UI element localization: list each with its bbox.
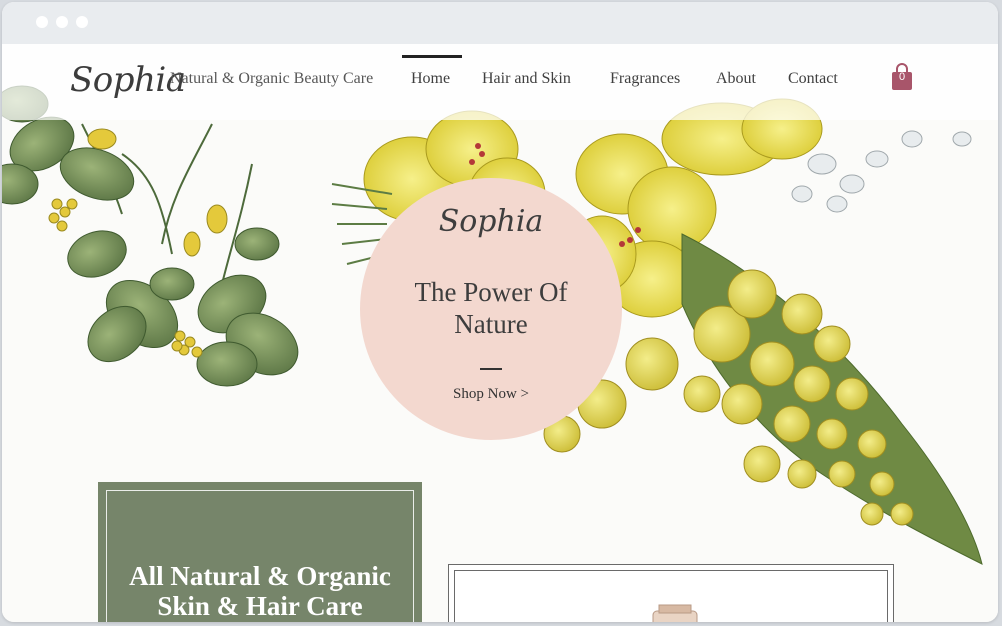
window-dot-icon [36,16,48,28]
product-bottle-image [652,604,698,622]
product-box-border [454,570,888,622]
nav-hair-and-skin-link[interactable]: Hair and Skin [482,70,571,88]
feature-title-line2: Skin & Hair Care [157,591,363,621]
nav-fragrances-link[interactable]: Fragrances [610,70,680,88]
cart-count: 0 [898,71,906,83]
browser-toolbar [2,2,998,45]
feature-box: All Natural & Organic Skin & Hair Care [98,482,422,622]
hero-divider [480,368,502,370]
webpage: Sophia Natural & Organic Beauty Care Hom… [2,44,998,622]
shop-now-link[interactable]: Shop Now > [360,386,622,403]
hero-title: The Power Of Nature [360,276,622,340]
feature-box-border: All Natural & Organic Skin & Hair Care [106,490,414,622]
feature-title-line1: All Natural & Organic [129,561,391,591]
nav-home-link[interactable]: Home [411,70,450,88]
nav-about-link[interactable]: About [716,70,756,88]
hero-logo: Sophia [438,204,544,239]
hero-title-line1: The Power Of [414,277,568,307]
window-dot-icon [76,16,88,28]
hero-circle: Sophia The Power Of Nature Shop Now > [360,178,622,440]
feature-title: All Natural & Organic Skin & Hair Care [107,561,413,621]
nav-contact-link[interactable]: Contact [788,70,838,88]
site-header: Sophia Natural & Organic Beauty Care Hom… [2,44,998,120]
hero-title-line2: Nature [454,309,528,339]
cart-button[interactable]: 0 [890,63,914,91]
product-box[interactable] [448,564,894,622]
active-nav-indicator [402,55,462,58]
browser-window: Sophia Natural & Organic Beauty Care Hom… [2,2,998,622]
site-logo[interactable]: Sophia [70,60,186,100]
window-dot-icon [56,16,68,28]
site-tagline: Natural & Organic Beauty Care [170,70,374,87]
